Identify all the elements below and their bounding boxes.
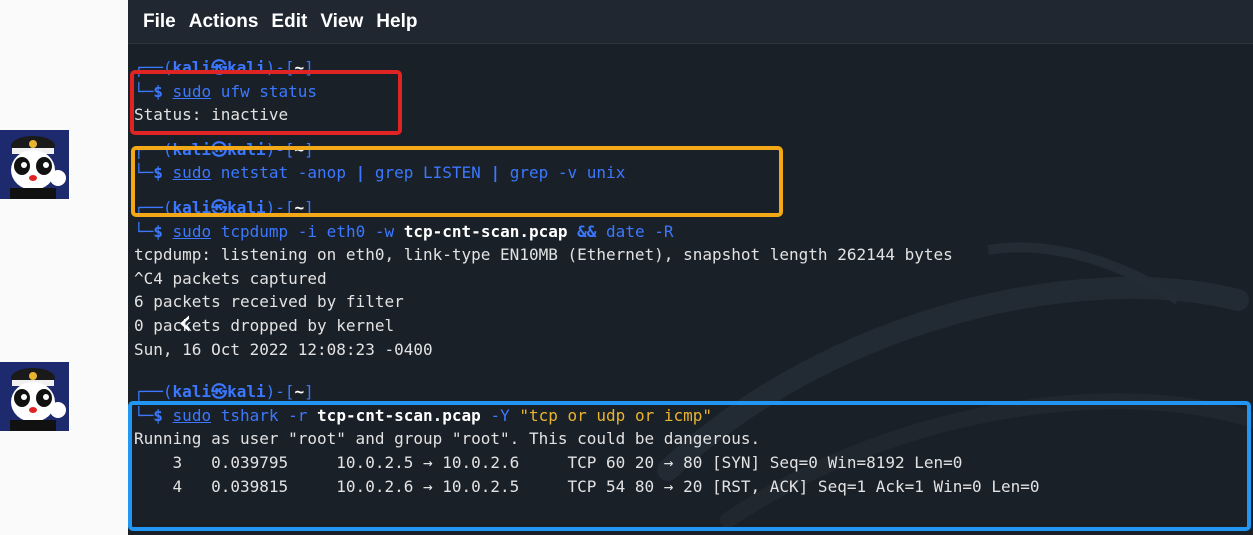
output-line: 0 packets dropped by kernel — [134, 315, 395, 335]
menu-actions[interactable]: Actions — [189, 11, 259, 33]
left-panel — [0, 0, 128, 535]
output-line: ^C4 packets captured — [134, 268, 327, 288]
avatar-icon[interactable] — [0, 362, 69, 431]
avatar-icon[interactable] — [0, 130, 69, 199]
output-line: tcpdump: listening on eth0, link-type EN… — [134, 245, 953, 265]
menu-file[interactable]: File — [143, 11, 176, 33]
menu-help[interactable]: Help — [376, 11, 417, 33]
menu-edit[interactable]: Edit — [271, 11, 307, 33]
menu-view[interactable]: View — [320, 11, 363, 33]
output-line: Sun, 16 Oct 2022 12:08:23 -0400 — [134, 339, 433, 359]
highlight-box-blue — [128, 401, 1251, 531]
chevron-left-icon[interactable]: ‹ — [178, 303, 200, 343]
command-line: └─$ sudo tcpdump -i eth0 -w tcp-cnt-scan… — [134, 221, 674, 241]
highlight-box-orange — [131, 146, 783, 217]
highlight-box-red — [130, 70, 402, 135]
menu-bar: File Actions Edit View Help — [128, 0, 1253, 44]
output-line: 6 packets received by filter — [134, 292, 404, 312]
